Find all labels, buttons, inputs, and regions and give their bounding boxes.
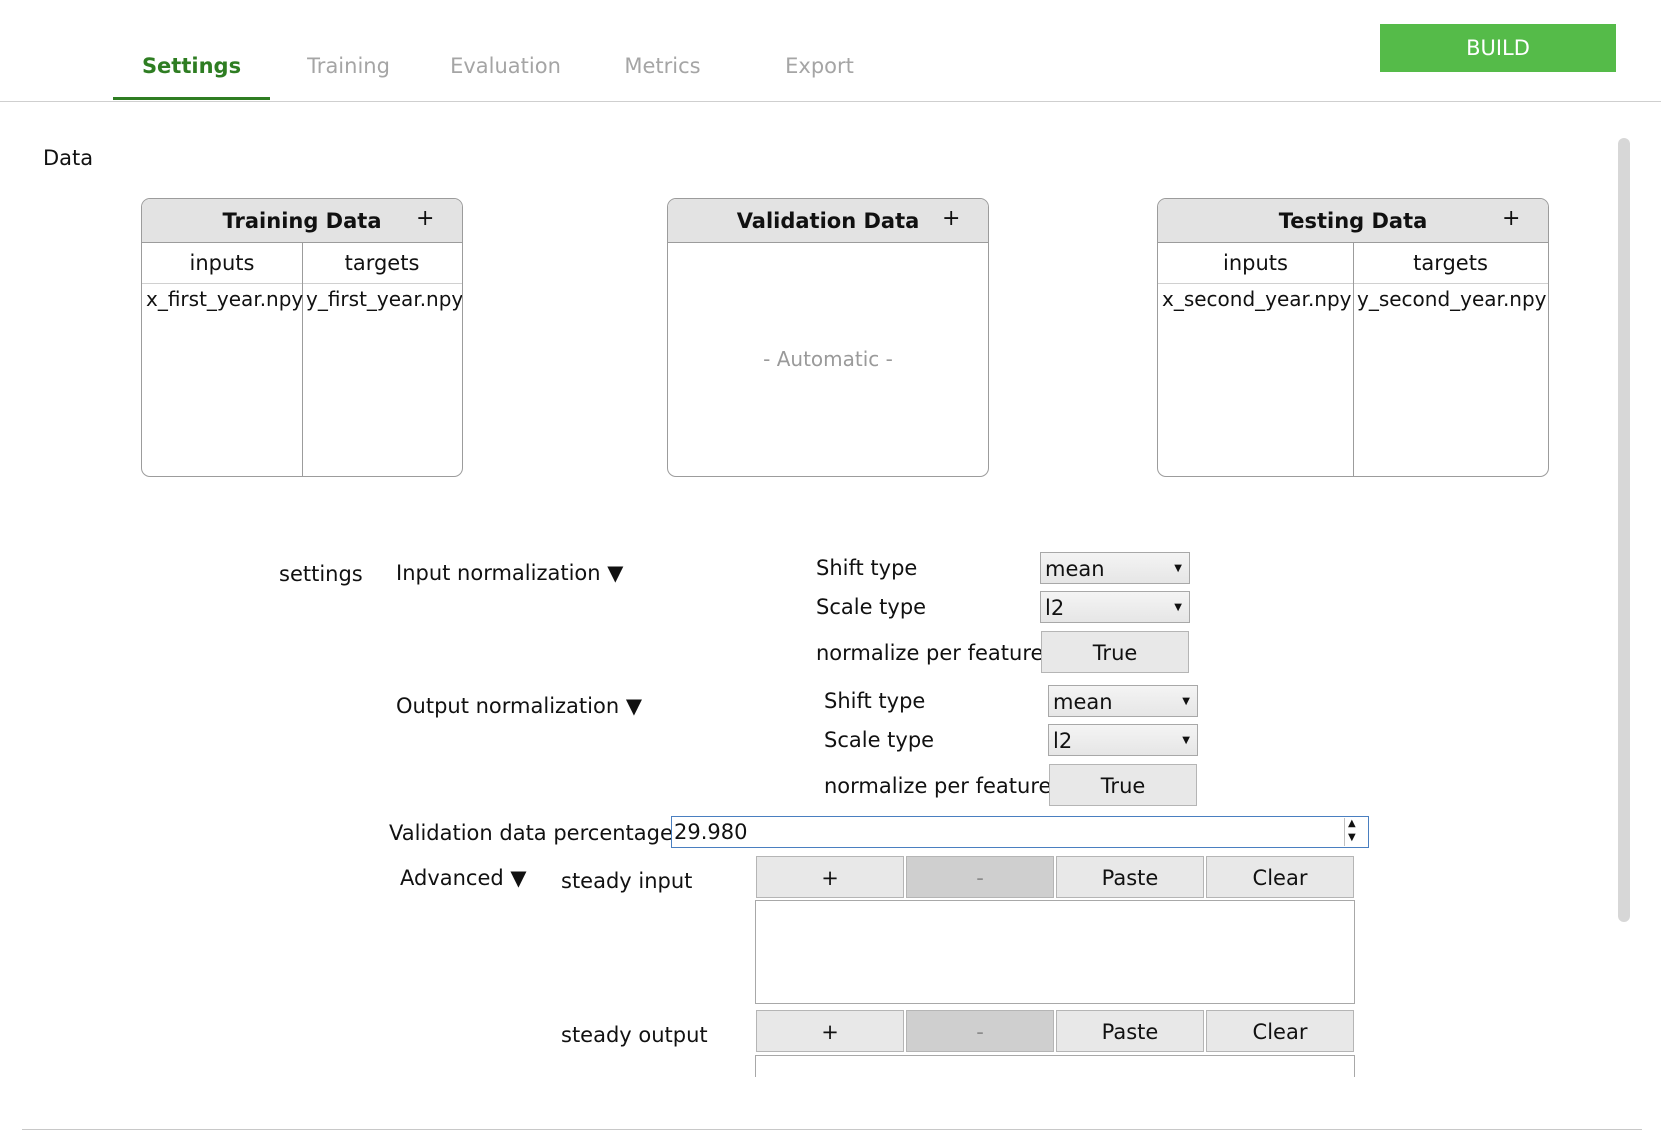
validation-automatic-label: - Automatic -	[763, 347, 893, 371]
validation-percentage-input[interactable]: 29.980	[671, 816, 1369, 848]
input-scale-type-value: l2	[1045, 596, 1065, 620]
validation-percentage-label: Validation data percentage	[389, 821, 673, 845]
testing-data-header: Testing Data +	[1158, 199, 1548, 243]
column-divider	[302, 243, 303, 476]
steady-input-paste-button[interactable]: Paste	[1056, 856, 1204, 898]
output-shift-type-value: mean	[1053, 690, 1113, 714]
training-inputs-header: inputs	[142, 243, 302, 284]
divider	[22, 1129, 1642, 1130]
testing-input-file[interactable]: x_second_year.npy	[1162, 287, 1352, 311]
validation-data-title: Validation Data	[736, 209, 920, 233]
steady-output-paste-button[interactable]: Paste	[1056, 1010, 1204, 1052]
chevron-down-icon: ▼	[1174, 602, 1182, 613]
tab-training[interactable]: Training	[270, 50, 427, 100]
training-data-add-button[interactable]: +	[416, 206, 434, 231]
validation-data-panel: Validation Data + - Automatic -	[667, 198, 989, 477]
input-per-feature-toggle[interactable]: True	[1041, 631, 1189, 673]
column-divider	[1353, 243, 1354, 476]
steady-input-add-button[interactable]: +	[756, 856, 904, 898]
tab-metrics[interactable]: Metrics	[584, 50, 741, 100]
output-per-feature-toggle[interactable]: True	[1049, 764, 1197, 806]
spin-up-icon[interactable]: ▲	[1348, 818, 1356, 829]
testing-inputs-header: inputs	[1158, 243, 1353, 284]
steady-input-list[interactable]	[755, 900, 1355, 1004]
percentage-spinner[interactable]: ▲ ▼	[1344, 818, 1365, 846]
testing-target-file[interactable]: y_second_year.npy	[1357, 287, 1547, 311]
training-target-file[interactable]: y_first_year.npy	[306, 287, 462, 311]
input-shift-type-value: mean	[1045, 557, 1105, 581]
build-button[interactable]: BUILD	[1380, 24, 1616, 72]
output-scale-type-value: l2	[1053, 729, 1073, 753]
tab-evaluation[interactable]: Evaluation	[427, 50, 584, 100]
output-shift-type-select[interactable]: mean ▼	[1048, 685, 1198, 717]
output-normalization-toggle[interactable]: Output normalization ▼	[396, 694, 642, 718]
chevron-down-icon: ▼	[1182, 735, 1190, 746]
testing-data-add-button[interactable]: +	[1502, 206, 1520, 231]
training-targets-header: targets	[302, 243, 462, 284]
validation-data-add-button[interactable]: +	[942, 206, 960, 231]
input-scale-type-label: Scale type	[816, 595, 927, 619]
steady-input-clear-button[interactable]: Clear	[1206, 856, 1354, 898]
testing-data-title: Testing Data	[1278, 209, 1428, 233]
data-heading: Data	[43, 146, 94, 170]
chevron-down-icon: ▼	[1182, 696, 1190, 707]
tab-export[interactable]: Export	[741, 50, 898, 100]
training-data-header: Training Data +	[142, 199, 462, 243]
output-scale-type-select[interactable]: l2 ▼	[1048, 724, 1198, 756]
input-per-feature-label: normalize per feature	[816, 641, 1044, 665]
training-data-title: Training Data	[222, 209, 382, 233]
advanced-toggle[interactable]: Advanced ▼	[400, 866, 527, 890]
output-scale-type-label: Scale type	[824, 728, 935, 752]
input-shift-type-select[interactable]: mean ▼	[1040, 552, 1190, 584]
testing-data-panel: Testing Data + inputs targets x_second_y…	[1157, 198, 1549, 477]
output-per-feature-label: normalize per feature	[824, 774, 1052, 798]
input-scale-type-select[interactable]: l2 ▼	[1040, 591, 1190, 623]
testing-targets-header: targets	[1353, 243, 1548, 284]
training-input-file[interactable]: x_first_year.npy	[146, 287, 303, 311]
input-normalization-toggle[interactable]: Input normalization ▼	[396, 561, 623, 585]
steady-output-label: steady output	[561, 1023, 708, 1047]
steady-output-add-button[interactable]: +	[756, 1010, 904, 1052]
settings-label: settings	[279, 562, 363, 586]
output-shift-type-label: Shift type	[824, 689, 926, 713]
steady-output-remove-button[interactable]: -	[906, 1010, 1054, 1052]
chevron-down-icon: ▼	[1174, 563, 1182, 574]
training-data-panel: Training Data + inputs targets x_first_y…	[141, 198, 463, 477]
input-shift-type-label: Shift type	[816, 556, 918, 580]
spin-down-icon[interactable]: ▼	[1348, 832, 1356, 843]
scrollbar[interactable]	[1618, 138, 1630, 922]
tab-settings[interactable]: Settings	[113, 50, 270, 100]
steady-output-list[interactable]	[755, 1055, 1355, 1077]
steady-input-label: steady input	[561, 869, 693, 893]
active-tab-indicator	[113, 97, 270, 100]
steady-input-remove-button[interactable]: -	[906, 856, 1054, 898]
steady-output-clear-button[interactable]: Clear	[1206, 1010, 1354, 1052]
validation-data-header: Validation Data +	[668, 199, 988, 243]
